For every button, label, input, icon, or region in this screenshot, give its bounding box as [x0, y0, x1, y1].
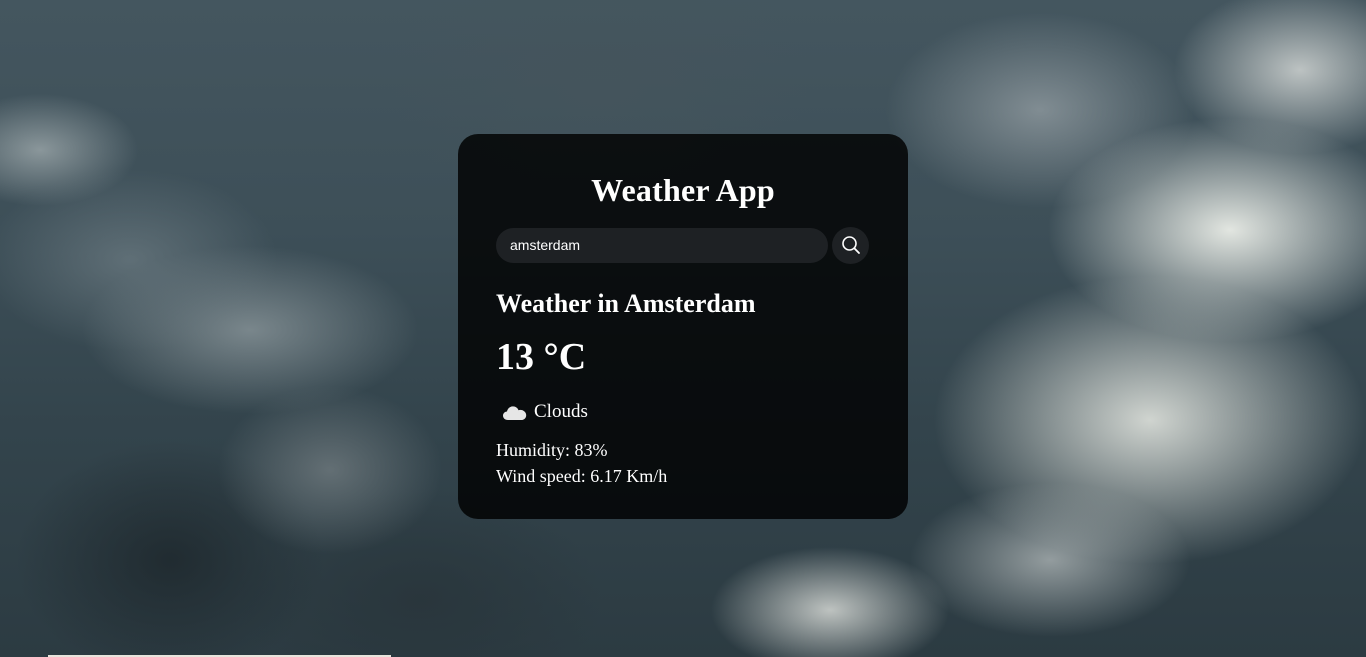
search-input[interactable]: [496, 227, 828, 263]
location-heading: Weather in Amsterdam: [496, 289, 756, 318]
cloud-icon: [503, 406, 527, 420]
weather-card: Weather App Weather in Amsterdam 13 °C C…: [458, 134, 908, 519]
search-bar: [496, 226, 870, 264]
wind-speed: Wind speed: 6.17 Km/h: [496, 466, 668, 486]
app-title: Weather App: [591, 172, 775, 208]
search-icon: [841, 236, 860, 254]
condition-label: Clouds: [534, 401, 588, 422]
weather-condition: Clouds: [496, 398, 870, 426]
temperature: 13 °C: [496, 336, 587, 378]
humidity: Humidity: 83%: [496, 440, 608, 460]
search-button[interactable]: [832, 226, 869, 264]
